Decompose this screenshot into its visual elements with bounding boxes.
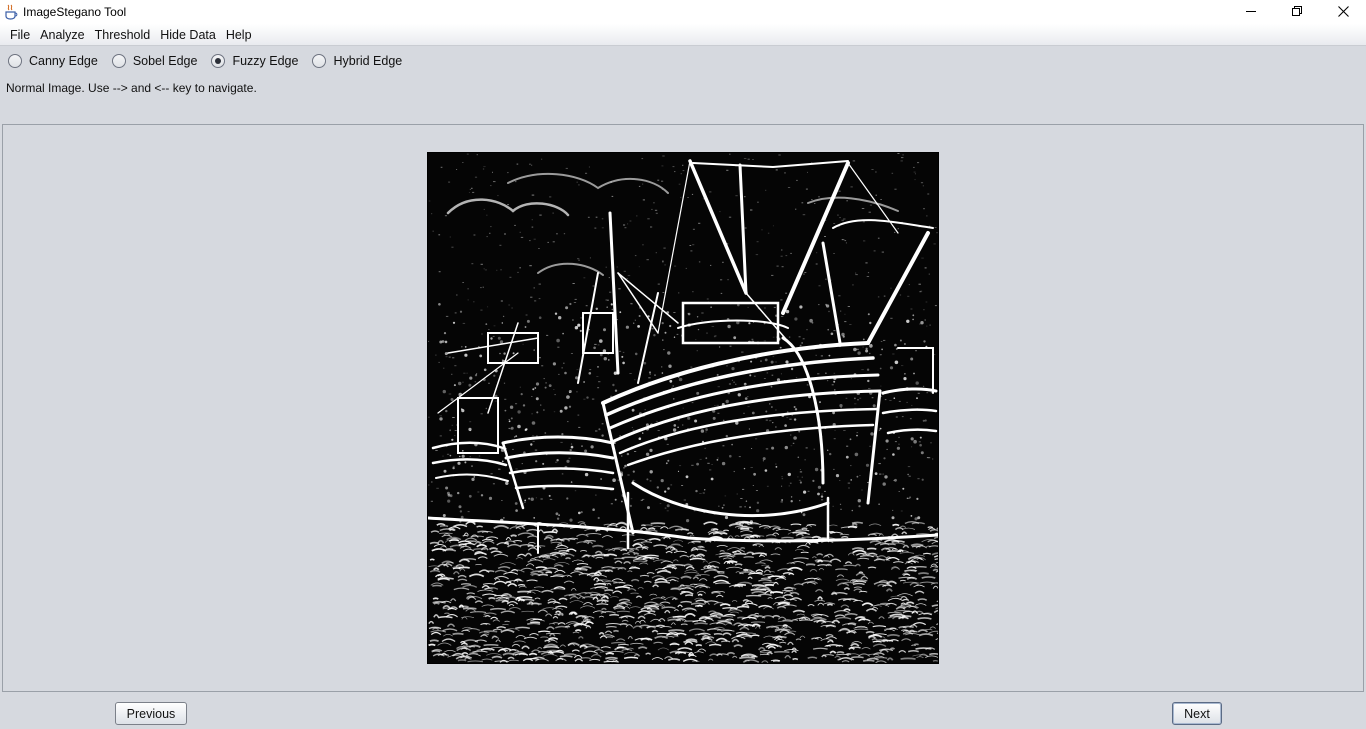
window-controls bbox=[1228, 0, 1366, 24]
edge-detected-image bbox=[427, 152, 939, 664]
radio-label: Hybrid Edge bbox=[333, 54, 403, 68]
image-display-panel bbox=[2, 124, 1364, 692]
menu-file[interactable]: File bbox=[6, 28, 34, 42]
menu-help[interactable]: Help bbox=[222, 28, 256, 42]
next-button[interactable]: Next bbox=[1172, 702, 1222, 725]
menu-analyze[interactable]: Analyze bbox=[36, 28, 88, 42]
menu-threshold[interactable]: Threshold bbox=[91, 28, 155, 42]
edge-detection-options: Canny Edge Sobel Edge Fuzzy Edge Hybrid … bbox=[0, 50, 408, 72]
menu-bar: File Analyze Threshold Hide Data Help bbox=[0, 24, 1366, 46]
java-cup-icon bbox=[4, 4, 18, 20]
minimize-icon[interactable] bbox=[1228, 0, 1274, 22]
radio-label: Canny Edge bbox=[29, 54, 98, 68]
restore-icon[interactable] bbox=[1274, 0, 1320, 22]
status-message: Normal Image. Use --> and <-- key to nav… bbox=[6, 81, 257, 95]
menu-hide-data[interactable]: Hide Data bbox=[156, 28, 220, 42]
radio-hybrid-edge[interactable]: Hybrid Edge bbox=[312, 54, 402, 68]
radio-fuzzy-edge[interactable]: Fuzzy Edge bbox=[211, 54, 298, 68]
edge-image-canvas bbox=[428, 153, 938, 663]
radio-button-unchecked[interactable] bbox=[8, 54, 22, 68]
window-title: ImageStegano Tool bbox=[23, 5, 127, 19]
radio-label: Sobel Edge bbox=[132, 54, 198, 68]
radio-sobel-edge[interactable]: Sobel Edge bbox=[111, 54, 198, 68]
close-icon[interactable] bbox=[1320, 0, 1366, 22]
radio-button-checked[interactable] bbox=[211, 54, 226, 68]
radio-button-unchecked[interactable] bbox=[111, 54, 126, 68]
radio-canny-edge[interactable]: Canny Edge bbox=[8, 54, 98, 68]
previous-button[interactable]: Previous bbox=[115, 702, 187, 725]
title-bar: ImageStegano Tool bbox=[0, 0, 1366, 24]
radio-button-unchecked[interactable] bbox=[312, 54, 327, 68]
radio-label: Fuzzy Edge bbox=[232, 54, 299, 68]
